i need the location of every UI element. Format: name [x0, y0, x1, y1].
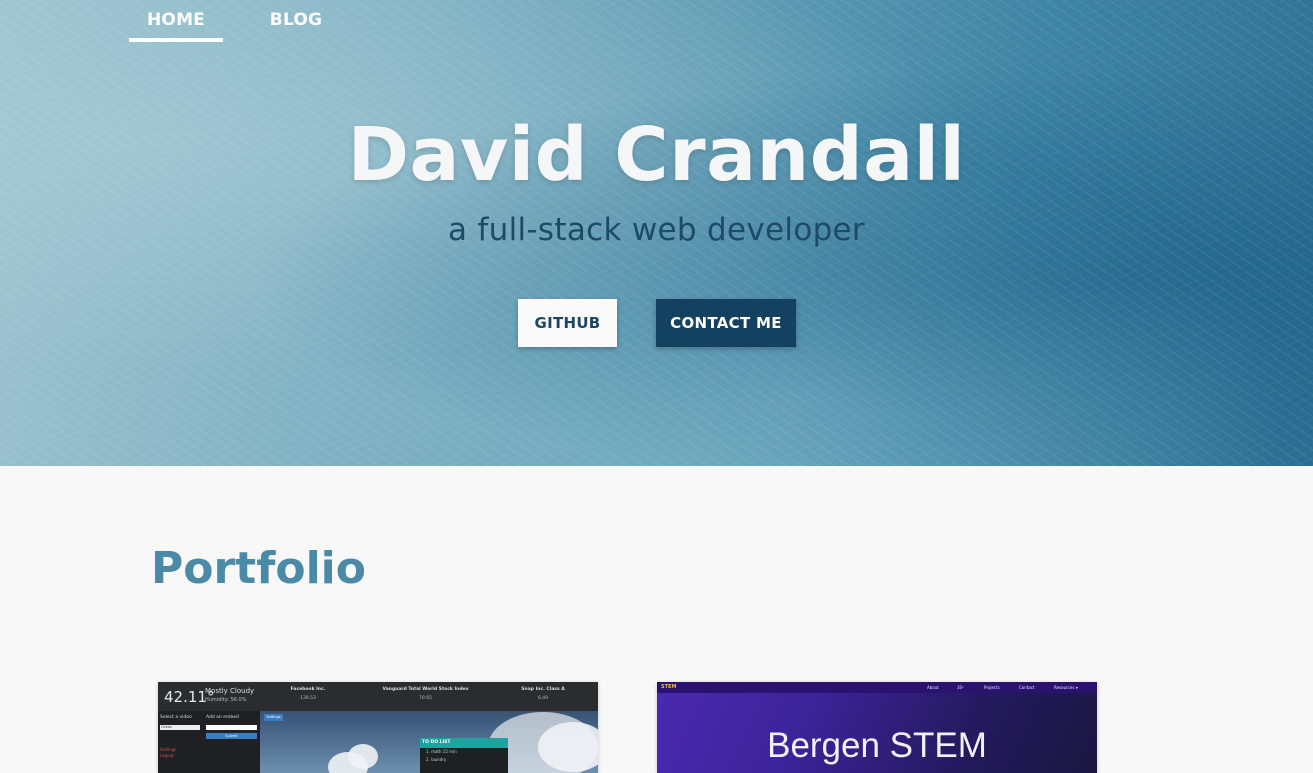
video-panel: Select a video Add an embed Ocean Submit… — [158, 711, 260, 773]
embed-input[interactable] — [206, 725, 257, 730]
stock-value: 70.65 — [419, 696, 432, 701]
stem-title: Bergen STEM — [767, 726, 987, 765]
settings-link[interactable]: Settings — [160, 747, 176, 752]
stock-name: Snap Inc. Class A — [521, 687, 565, 692]
todo-list: TO DO LIST 1. math 15 min 2. laundry — [420, 738, 508, 773]
settings-button[interactable]: Settings — [264, 714, 283, 721]
stock-value: 6.49 — [537, 696, 549, 701]
humidity-readout: Humidity: 56.0% — [205, 697, 247, 703]
select-video-label: Select a video — [160, 715, 192, 720]
video-select[interactable]: Ocean — [160, 725, 200, 730]
hero-subtitle: a full-stack web developer — [448, 212, 865, 248]
stock-value: 139.53 — [300, 696, 316, 701]
stem-logo: STEM — [661, 684, 677, 690]
todo-title: TO DO LIST — [420, 738, 508, 748]
weather-condition: Mostly Cloudy — [205, 687, 255, 695]
embed-label: Add an embed — [206, 715, 239, 720]
contact-me-button[interactable]: CONTACT ME — [656, 299, 796, 347]
stem-nav-item[interactable]: Resources ▾ — [1054, 685, 1078, 690]
stock-name: Facebook Inc. — [290, 687, 326, 692]
github-button[interactable]: GITHUB — [518, 299, 617, 347]
nav-home-link[interactable]: HOME — [129, 0, 223, 42]
todo-item[interactable]: 2. laundry — [420, 756, 508, 764]
stem-nav-item[interactable]: 3S² — [957, 685, 964, 690]
stem-nav-item[interactable]: About — [927, 685, 939, 690]
cloud-shape — [348, 744, 378, 769]
hero-section: HOME BLOG David Crandall a full-stack we… — [0, 0, 1313, 466]
logout-link[interactable]: Logout — [160, 753, 174, 758]
todo-item[interactable]: 1. math 15 min — [420, 748, 508, 756]
hero-title: David Crandall — [347, 112, 966, 198]
submit-button[interactable]: Submit — [206, 733, 257, 739]
portfolio-title: Portfolio — [151, 543, 366, 594]
stem-nav-item[interactable]: Projects — [984, 685, 1000, 690]
stem-nav-item[interactable]: Contact — [1019, 685, 1035, 690]
portfolio-card-bergen-stem[interactable]: STEM About 3S² Projects Contact Resource… — [657, 682, 1097, 773]
portfolio-card-dashboard[interactable]: 42.11° Mostly Cloudy Humidity: 56.0% Fac… — [158, 682, 598, 773]
stock-name: Vanguard Total World Stock Index — [382, 687, 469, 692]
top-nav: HOME BLOG — [129, 0, 343, 42]
nav-blog-link[interactable]: BLOG — [249, 0, 343, 42]
